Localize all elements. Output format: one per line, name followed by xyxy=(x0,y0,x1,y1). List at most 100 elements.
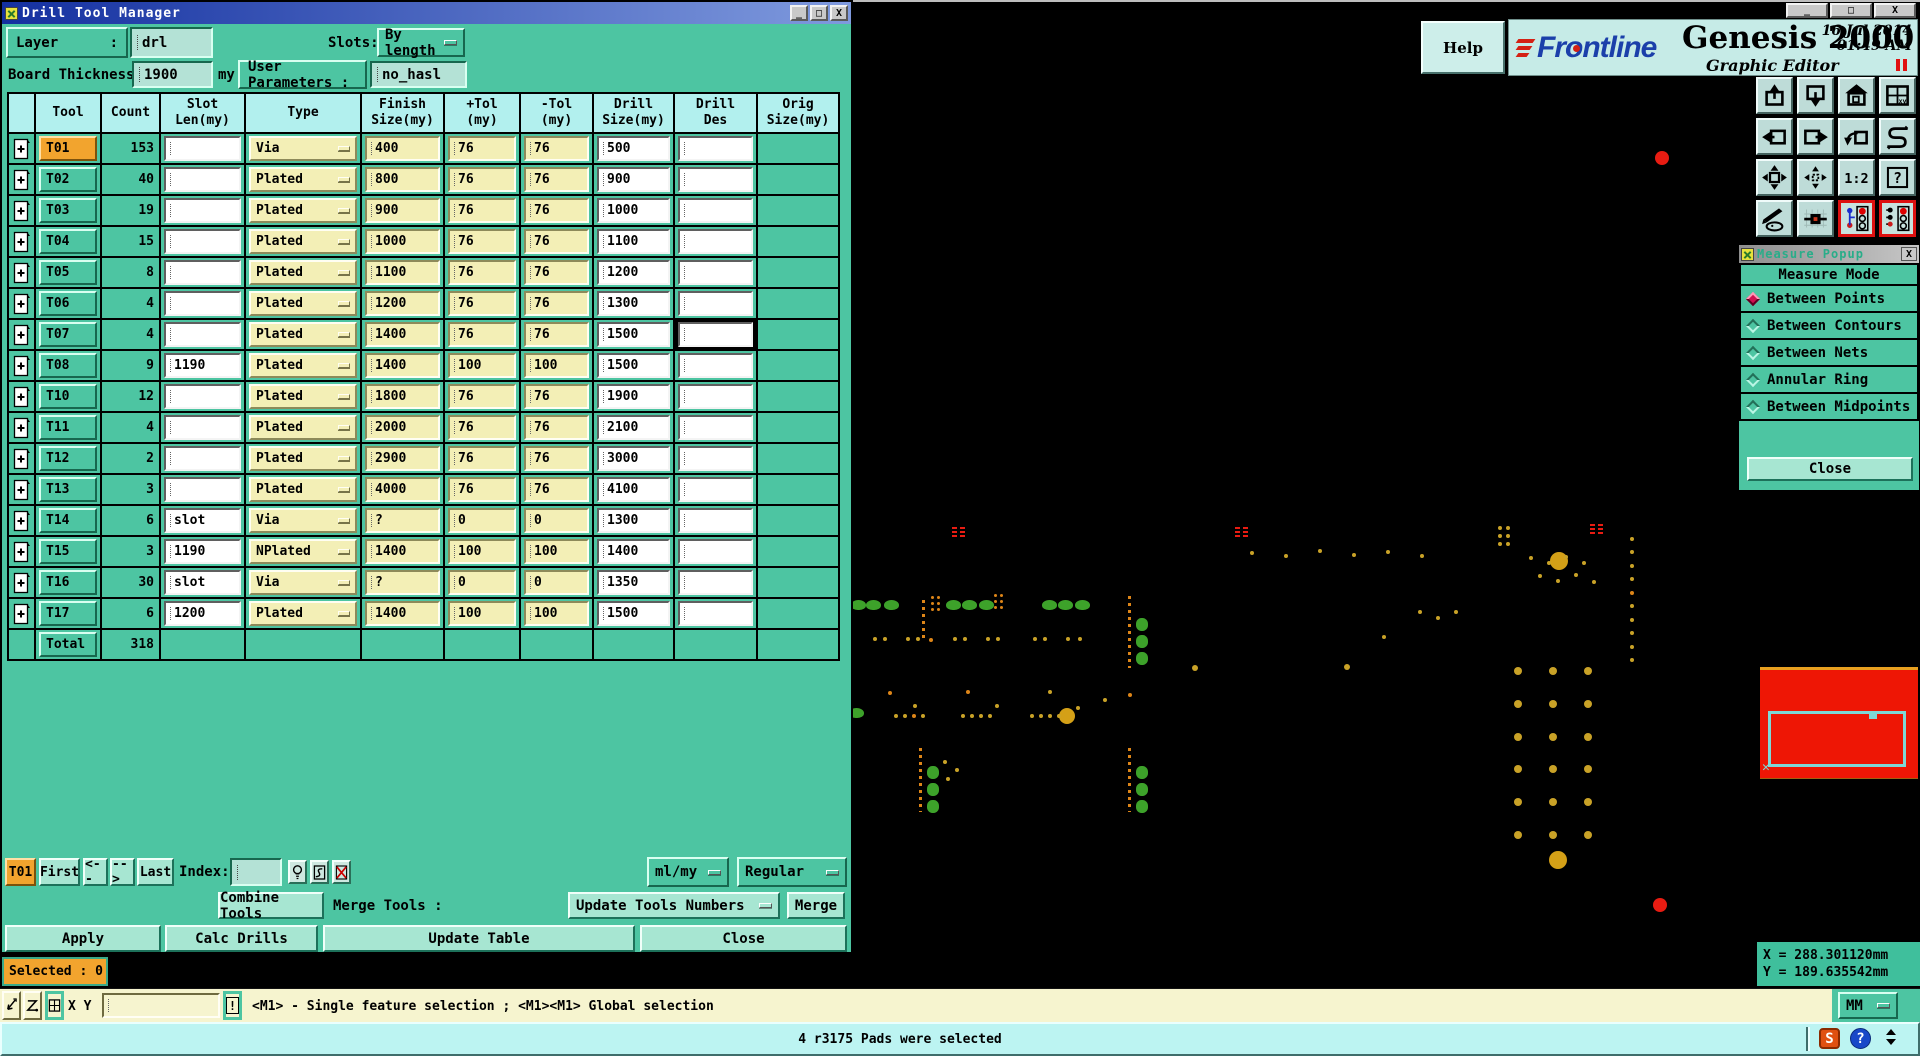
type-dropdown[interactable]: Plated xyxy=(249,322,357,347)
drill-des-input[interactable] xyxy=(678,539,753,564)
tool-button[interactable]: T13 xyxy=(39,477,97,502)
minus-tol-input[interactable]: 76 xyxy=(524,446,589,471)
slot-len-input[interactable] xyxy=(164,167,241,192)
row-handle-icon[interactable] xyxy=(13,324,31,346)
next-button[interactable]: --> xyxy=(110,857,135,887)
layer-input[interactable]: drl xyxy=(130,27,213,58)
slot-len-input[interactable] xyxy=(164,384,241,409)
slot-len-input[interactable] xyxy=(164,446,241,471)
drill-des-input[interactable] xyxy=(678,291,753,316)
apply-button[interactable]: Apply xyxy=(5,925,161,952)
update-table-button[interactable]: Update Table xyxy=(323,925,635,952)
slot-len-input[interactable] xyxy=(164,229,241,254)
row-handle-icon[interactable] xyxy=(13,417,31,439)
finish-size-input[interactable]: 1400 xyxy=(365,539,440,564)
finish-size-input[interactable]: 400 xyxy=(365,136,440,161)
main-maximize-button[interactable]: □ xyxy=(1830,3,1872,18)
drill-size-input[interactable]: 1300 xyxy=(597,291,670,316)
minus-tol-input[interactable]: 76 xyxy=(524,384,589,409)
type-dropdown[interactable]: Via xyxy=(249,570,357,595)
section-icon[interactable] xyxy=(310,860,329,884)
plus-tol-input[interactable]: 0 xyxy=(448,570,516,595)
dialog-minimize-button[interactable]: _ xyxy=(790,5,808,21)
minus-tol-input[interactable]: 76 xyxy=(524,260,589,285)
help-button[interactable]: Help xyxy=(1421,21,1505,74)
tool-button[interactable]: T10 xyxy=(39,384,97,409)
tool-button[interactable]: T17 xyxy=(39,601,97,626)
plus-tol-input[interactable]: 76 xyxy=(448,415,516,440)
drill-size-input[interactable]: 1500 xyxy=(597,601,670,626)
finish-size-input[interactable]: 1200 xyxy=(365,291,440,316)
measure-option[interactable]: Between Nets xyxy=(1739,340,1919,367)
navigator-minimap[interactable]: ✕ xyxy=(1760,667,1918,779)
type-dropdown[interactable]: Plated xyxy=(249,198,357,223)
type-dropdown[interactable]: Plated xyxy=(249,384,357,409)
slot-len-input[interactable] xyxy=(164,415,241,440)
delete-table-icon[interactable] xyxy=(332,860,351,884)
row-handle-icon[interactable] xyxy=(13,479,31,501)
view-zoom-in-icon[interactable] xyxy=(1756,77,1793,114)
tool-button[interactable]: T04 xyxy=(39,229,97,254)
row-handle-icon[interactable] xyxy=(13,541,31,563)
drill-size-input[interactable]: 1900 xyxy=(597,384,670,409)
origin-snap-icon[interactable] xyxy=(1797,200,1834,237)
mode-dropdown[interactable]: Regular xyxy=(737,857,847,887)
drill-size-input[interactable]: 1200 xyxy=(597,260,670,285)
minus-tol-input[interactable]: 76 xyxy=(524,291,589,316)
view-zoom-out-icon[interactable] xyxy=(1797,77,1834,114)
slot-len-input[interactable]: slot xyxy=(164,570,241,595)
navigator-viewport-rect[interactable]: ✕ xyxy=(1762,711,1906,775)
type-dropdown[interactable]: Plated xyxy=(249,229,357,254)
drill-size-input[interactable]: 3000 xyxy=(597,446,670,471)
row-handle-icon[interactable] xyxy=(13,510,31,532)
tool-button[interactable]: T03 xyxy=(39,198,97,223)
slot-len-input[interactable] xyxy=(164,198,241,223)
s-tray-icon[interactable]: S xyxy=(1819,1028,1840,1049)
type-dropdown[interactable]: Plated xyxy=(249,601,357,626)
plus-tol-input[interactable]: 100 xyxy=(448,539,516,564)
user-parameters-input[interactable]: no_hasl xyxy=(370,61,467,88)
measure-popup-titlebar[interactable]: Measure Popup X xyxy=(1739,245,1919,263)
net-highlight-black-icon[interactable] xyxy=(1879,200,1916,237)
drill-size-input[interactable]: 900 xyxy=(597,167,670,192)
drill-size-input[interactable]: 1500 xyxy=(597,353,670,378)
measure-option[interactable]: Between Points xyxy=(1739,286,1919,313)
slots-dropdown[interactable]: By length xyxy=(377,27,465,59)
drill-size-input[interactable]: 1400 xyxy=(597,539,670,564)
slot-len-input[interactable]: slot xyxy=(164,508,241,533)
xy-window-icon[interactable]: xy xyxy=(1879,77,1916,114)
dialog-maximize-button[interactable]: □ xyxy=(810,5,828,21)
type-dropdown[interactable]: Plated xyxy=(249,167,357,192)
minus-tol-input[interactable]: 76 xyxy=(524,229,589,254)
type-dropdown[interactable]: Plated xyxy=(249,477,357,502)
angle-measure-icon[interactable] xyxy=(23,991,42,1020)
minus-tol-input[interactable]: 100 xyxy=(524,601,589,626)
minus-tol-input[interactable]: 76 xyxy=(524,198,589,223)
plus-tol-input[interactable]: 76 xyxy=(448,291,516,316)
drill-size-input[interactable]: 500 xyxy=(597,136,670,161)
row-handle-icon[interactable] xyxy=(13,200,31,222)
tool-button[interactable]: T16 xyxy=(39,570,97,595)
plus-tol-input[interactable]: 76 xyxy=(448,322,516,347)
row-handle-icon[interactable] xyxy=(13,448,31,470)
finish-size-input[interactable]: 1800 xyxy=(365,384,440,409)
center-view-icon[interactable] xyxy=(1797,159,1834,196)
drill-size-input[interactable]: 1350 xyxy=(597,570,670,595)
net-highlight-blue-icon[interactable] xyxy=(1838,200,1875,237)
drill-des-input[interactable] xyxy=(678,508,753,533)
measure-option[interactable]: Annular Ring xyxy=(1739,367,1919,394)
minus-tol-input[interactable]: 100 xyxy=(524,539,589,564)
tool-button[interactable]: T11 xyxy=(39,415,97,440)
previous-view-icon[interactable] xyxy=(1838,118,1875,155)
finish-size-input[interactable]: 1100 xyxy=(365,260,440,285)
row-handle-icon[interactable] xyxy=(13,262,31,284)
slot-len-input[interactable]: 1190 xyxy=(164,353,241,378)
drill-des-input[interactable] xyxy=(678,167,753,192)
pan-right-icon[interactable] xyxy=(1797,118,1834,155)
plus-tol-input[interactable]: 0 xyxy=(448,508,516,533)
display-units-dropdown[interactable]: MM xyxy=(1838,992,1898,1019)
plus-tol-input[interactable]: 76 xyxy=(448,229,516,254)
slot-len-input[interactable] xyxy=(164,322,241,347)
drill-des-input[interactable] xyxy=(678,353,753,378)
slot-len-input[interactable] xyxy=(164,477,241,502)
